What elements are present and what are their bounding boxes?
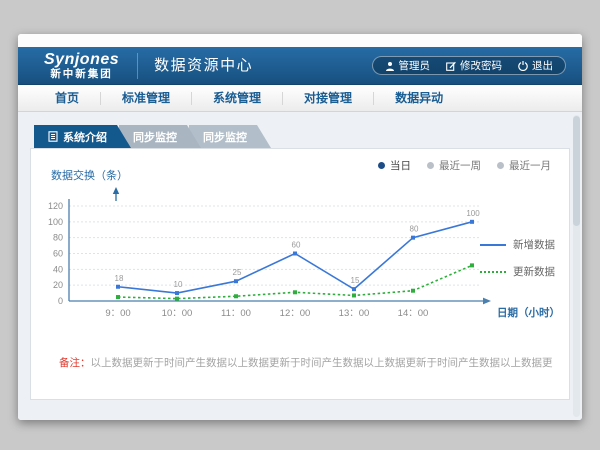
chart-panel: 当日 最近一周 最近一月 0204060801001209：0010：0011：…	[30, 148, 570, 400]
tab-label: 系统介绍	[63, 129, 107, 145]
tab-label: 同步监控	[203, 129, 247, 145]
svg-text:25: 25	[233, 268, 242, 277]
header-actions: 管理员 修改密码 退出	[372, 56, 567, 75]
chart-legend: 新增数据 更新数据	[480, 237, 555, 279]
svg-text:日期（小时）: 日期（小时）	[497, 306, 560, 319]
change-password-label: 修改密码	[460, 58, 502, 73]
svg-text:120: 120	[48, 201, 63, 211]
app-window: Synjones 新中新集团 数据资源中心 管理员 修改密码 退出	[18, 34, 582, 420]
content-area: 系统介绍 同步监控 同步监控 当日 最近一周	[18, 112, 582, 420]
tab-sync-monitor-1[interactable]: 同步监控	[119, 125, 201, 148]
edit-icon	[446, 61, 456, 71]
svg-text:60: 60	[292, 241, 301, 250]
dotted-line-icon	[480, 271, 506, 273]
scrollbar-thumb[interactable]	[573, 116, 580, 226]
svg-text:15: 15	[351, 276, 360, 285]
footnote: 备注：以上数据更新于时间产生数据以上数据更新于时间产生数据以上数据更新于时间产生…	[59, 355, 553, 370]
solid-line-icon	[480, 244, 506, 246]
change-password-button[interactable]: 修改密码	[446, 58, 502, 73]
scrollbar[interactable]	[573, 115, 580, 417]
svg-text:0: 0	[58, 296, 63, 306]
svg-text:13：00: 13：00	[339, 308, 370, 319]
legend-label: 新增数据	[513, 237, 555, 252]
svg-text:40: 40	[53, 264, 63, 274]
svg-text:14：00: 14：00	[398, 308, 429, 319]
svg-text:18: 18	[115, 274, 124, 283]
svg-text:12：00: 12：00	[280, 308, 311, 319]
nav-item-home[interactable]: 首页	[34, 92, 101, 105]
nav-item-data-change[interactable]: 数据异动	[374, 92, 464, 105]
app-header: Synjones 新中新集团 数据资源中心 管理员 修改密码 退出	[18, 47, 582, 85]
tab-sync-monitor-2[interactable]: 同步监控	[189, 125, 271, 148]
company-logo: Synjones 新中新集团	[44, 51, 119, 80]
legend-label: 更新数据	[513, 264, 555, 279]
svg-text:11：00: 11：00	[221, 308, 251, 319]
svg-text:20: 20	[53, 280, 63, 290]
legend-new-data[interactable]: 新增数据	[480, 237, 555, 252]
logo-text: Synjones	[44, 51, 119, 69]
nav-item-interface-mgmt[interactable]: 对接管理	[283, 92, 374, 105]
svg-text:80: 80	[53, 233, 63, 243]
svg-text:100: 100	[466, 209, 480, 218]
page-title: 数据资源中心	[137, 53, 253, 79]
svg-text:数据交换（条）: 数据交换（条）	[51, 168, 128, 182]
document-icon	[48, 131, 58, 142]
footnote-label: 备注：	[59, 357, 91, 369]
window-top-strip	[18, 34, 582, 47]
tab-system-intro[interactable]: 系统介绍	[34, 125, 131, 148]
user-icon	[385, 61, 395, 71]
svg-text:10: 10	[174, 280, 183, 289]
power-icon	[518, 61, 528, 71]
nav-item-standard-mgmt[interactable]: 标准管理	[101, 92, 192, 105]
admin-user-button[interactable]: 管理员	[385, 58, 431, 73]
nav-item-system-mgmt[interactable]: 系统管理	[192, 92, 283, 105]
logout-label: 退出	[532, 58, 553, 73]
tab-label: 同步监控	[133, 129, 177, 145]
svg-text:9：00: 9：00	[105, 308, 130, 319]
tab-bar: 系统介绍 同步监控 同步监控	[34, 125, 259, 148]
svg-text:60: 60	[53, 249, 63, 259]
logout-button[interactable]: 退出	[518, 58, 553, 73]
legend-update-data[interactable]: 更新数据	[480, 264, 555, 279]
main-nav: 首页 标准管理 系统管理 对接管理 数据异动	[18, 85, 582, 112]
logo-subtext: 新中新集团	[44, 69, 119, 81]
svg-text:80: 80	[410, 225, 419, 234]
admin-user-label: 管理员	[399, 58, 431, 73]
svg-text:10：00: 10：00	[162, 308, 193, 319]
footnote-text: 以上数据更新于时间产生数据以上数据更新于时间产生数据以上数据更新于时间产生数据以…	[91, 357, 554, 369]
svg-text:100: 100	[48, 217, 63, 227]
